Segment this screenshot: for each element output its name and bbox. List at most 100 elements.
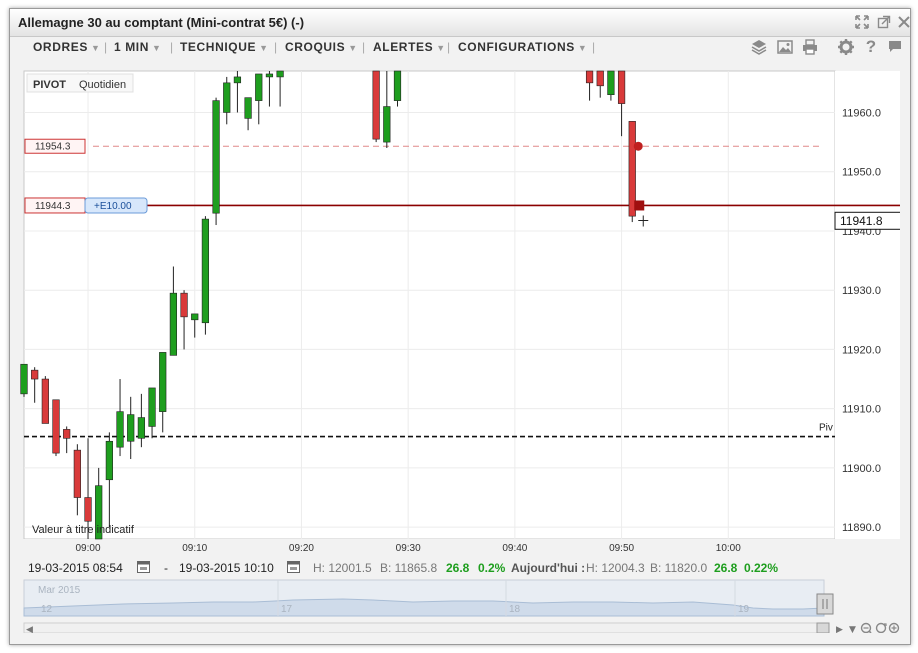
layers-icon[interactable] bbox=[750, 38, 768, 56]
menu-orders[interactable]: ORDRES ▼ bbox=[33, 40, 100, 54]
range-low: B: 11865.8 bbox=[380, 561, 438, 575]
x-tick-label: 09:50 bbox=[609, 543, 634, 554]
scroll-left-icon[interactable]: ◀ bbox=[26, 625, 33, 635]
menu-croquis[interactable]: CROQUIS ▼ bbox=[285, 40, 358, 54]
close-icon[interactable] bbox=[896, 15, 912, 31]
price-chart[interactable]: 11960.0 11950.0 11940.0 11930.0 11920.0 11910… bbox=[13, 61, 902, 556]
candle-down bbox=[52, 399, 60, 454]
navigator[interactable]: Mar 2015 12 17 18 19 ◀ ▶ ▼ bbox=[13, 578, 900, 635]
y-tick-label: 11950.0 bbox=[842, 167, 881, 179]
range-change-pct: 0.2% bbox=[478, 561, 506, 575]
navigator-day: 19 bbox=[738, 604, 750, 615]
order-tag-value: +E10.00 bbox=[94, 201, 132, 212]
today-low: B: 11820.0 bbox=[650, 561, 708, 575]
zoom-in-icon[interactable] bbox=[888, 622, 900, 634]
range-change: 26.8 bbox=[446, 561, 470, 575]
scroll-right-icon[interactable]: ▶ bbox=[836, 625, 843, 635]
divider: | bbox=[362, 40, 366, 54]
candle-up bbox=[116, 411, 124, 448]
candle-up bbox=[383, 106, 391, 143]
navigator-canvas[interactable]: Mar 2015 12 17 18 19 ◀ ▶ ▼ bbox=[13, 578, 900, 635]
x-tick-label: 09:10 bbox=[182, 543, 207, 554]
candle-up bbox=[223, 82, 231, 113]
navigator-scrollbar[interactable] bbox=[23, 622, 825, 634]
flag-icon[interactable] bbox=[886, 38, 904, 56]
candle-down bbox=[63, 429, 71, 439]
reset-icon[interactable] bbox=[875, 622, 887, 634]
candle-up bbox=[169, 292, 178, 356]
today-change-pct: 0.22% bbox=[744, 561, 779, 575]
chart-toolbar: ORDRES ▼ | 1 MIN ▼ | TECHNIQUE ▼ | CROQUIS ▼… bbox=[13, 33, 901, 61]
menu-alerts[interactable]: ALERTES ▼ bbox=[373, 40, 446, 54]
from-date[interactable]: 19-03-2015 08:54 bbox=[28, 561, 123, 575]
today-high: H: 12004.3 bbox=[586, 561, 645, 575]
order-marker bbox=[634, 200, 645, 211]
y-tick-label: 11930.0 bbox=[842, 285, 881, 297]
alert-level-value: 11954.3 bbox=[35, 142, 71, 153]
x-tick-label: 10:00 bbox=[716, 543, 741, 554]
divider: | bbox=[274, 40, 278, 54]
candle-down bbox=[617, 70, 626, 104]
menu-technique[interactable]: TECHNIQUE ▼ bbox=[180, 40, 269, 54]
candle-up bbox=[255, 73, 263, 101]
date-range-separator: - bbox=[164, 561, 168, 575]
calendar-icon[interactable] bbox=[137, 560, 150, 576]
menu-interval[interactable]: 1 MIN ▼ bbox=[114, 40, 162, 54]
divider: | bbox=[447, 40, 451, 54]
candle-up bbox=[201, 218, 210, 324]
y-tick-label: 11910.0 bbox=[842, 404, 881, 416]
navigator-month: Mar 2015 bbox=[38, 585, 81, 596]
candle-down bbox=[372, 70, 380, 140]
pivot-period: Quotidien bbox=[79, 79, 126, 91]
chevron-down-icon: ▼ bbox=[90, 43, 101, 53]
divider: | bbox=[170, 40, 174, 54]
candle-up bbox=[191, 313, 199, 321]
scrollbar-thumb[interactable] bbox=[816, 622, 830, 634]
zoom-out-icon[interactable] bbox=[860, 622, 872, 634]
candle-up bbox=[265, 73, 274, 78]
candle-up bbox=[276, 70, 284, 78]
candle-down bbox=[585, 70, 594, 84]
y-tick-label: 11960.0 bbox=[842, 107, 881, 119]
y-tick-label: 11890.0 bbox=[842, 522, 881, 534]
order-level-value: 11944.3 bbox=[35, 201, 71, 212]
alert-marker bbox=[633, 141, 643, 151]
candle-up bbox=[127, 414, 135, 442]
candle-up bbox=[233, 76, 242, 84]
popout-icon[interactable] bbox=[876, 15, 892, 31]
y-tick-label: 11920.0 bbox=[842, 344, 881, 356]
current-price: 11941.8 bbox=[840, 214, 883, 228]
candle-up bbox=[137, 417, 145, 439]
divider: | bbox=[592, 40, 596, 54]
pivot-tag: PIVOT bbox=[33, 79, 66, 91]
time-axis[interactable] bbox=[13, 539, 900, 556]
divider: | bbox=[104, 40, 108, 54]
move-icon[interactable] bbox=[854, 15, 870, 31]
navigator-handle[interactable] bbox=[816, 593, 834, 615]
gear-icon[interactable] bbox=[837, 38, 855, 56]
calendar-icon[interactable] bbox=[287, 560, 300, 576]
image-icon[interactable] bbox=[776, 38, 794, 56]
pivot-line-label: Piv bbox=[819, 423, 833, 434]
x-tick-label: 09:30 bbox=[396, 543, 421, 554]
candle-up bbox=[393, 70, 402, 101]
chevron-down-icon: ▼ bbox=[152, 43, 162, 53]
scroll-end-icon[interactable]: ▼ bbox=[849, 625, 856, 635]
candle-up bbox=[607, 70, 615, 95]
x-tick-label: 09:20 bbox=[289, 543, 314, 554]
menu-configurations[interactable]: CONFIGURATIONS ▼ bbox=[458, 40, 587, 54]
candle-up bbox=[148, 387, 156, 427]
range-high: H: 12001.5 bbox=[313, 561, 372, 575]
candle-up bbox=[20, 363, 28, 395]
x-tick-label: 09:00 bbox=[76, 543, 101, 554]
chevron-down-icon: ▼ bbox=[259, 43, 269, 53]
print-icon[interactable] bbox=[801, 38, 819, 56]
chart-canvas[interactable]: 11960.011950.011940.011930.011920.011910… bbox=[13, 61, 902, 556]
candle-down bbox=[41, 378, 49, 424]
candle-up bbox=[244, 97, 252, 119]
chevron-down-icon: ▼ bbox=[348, 43, 358, 53]
to-date[interactable]: 19-03-2015 10:10 bbox=[179, 561, 274, 575]
help-icon[interactable]: ? bbox=[862, 38, 880, 56]
candle-down bbox=[84, 497, 92, 522]
chevron-down-icon: ▼ bbox=[577, 43, 588, 53]
